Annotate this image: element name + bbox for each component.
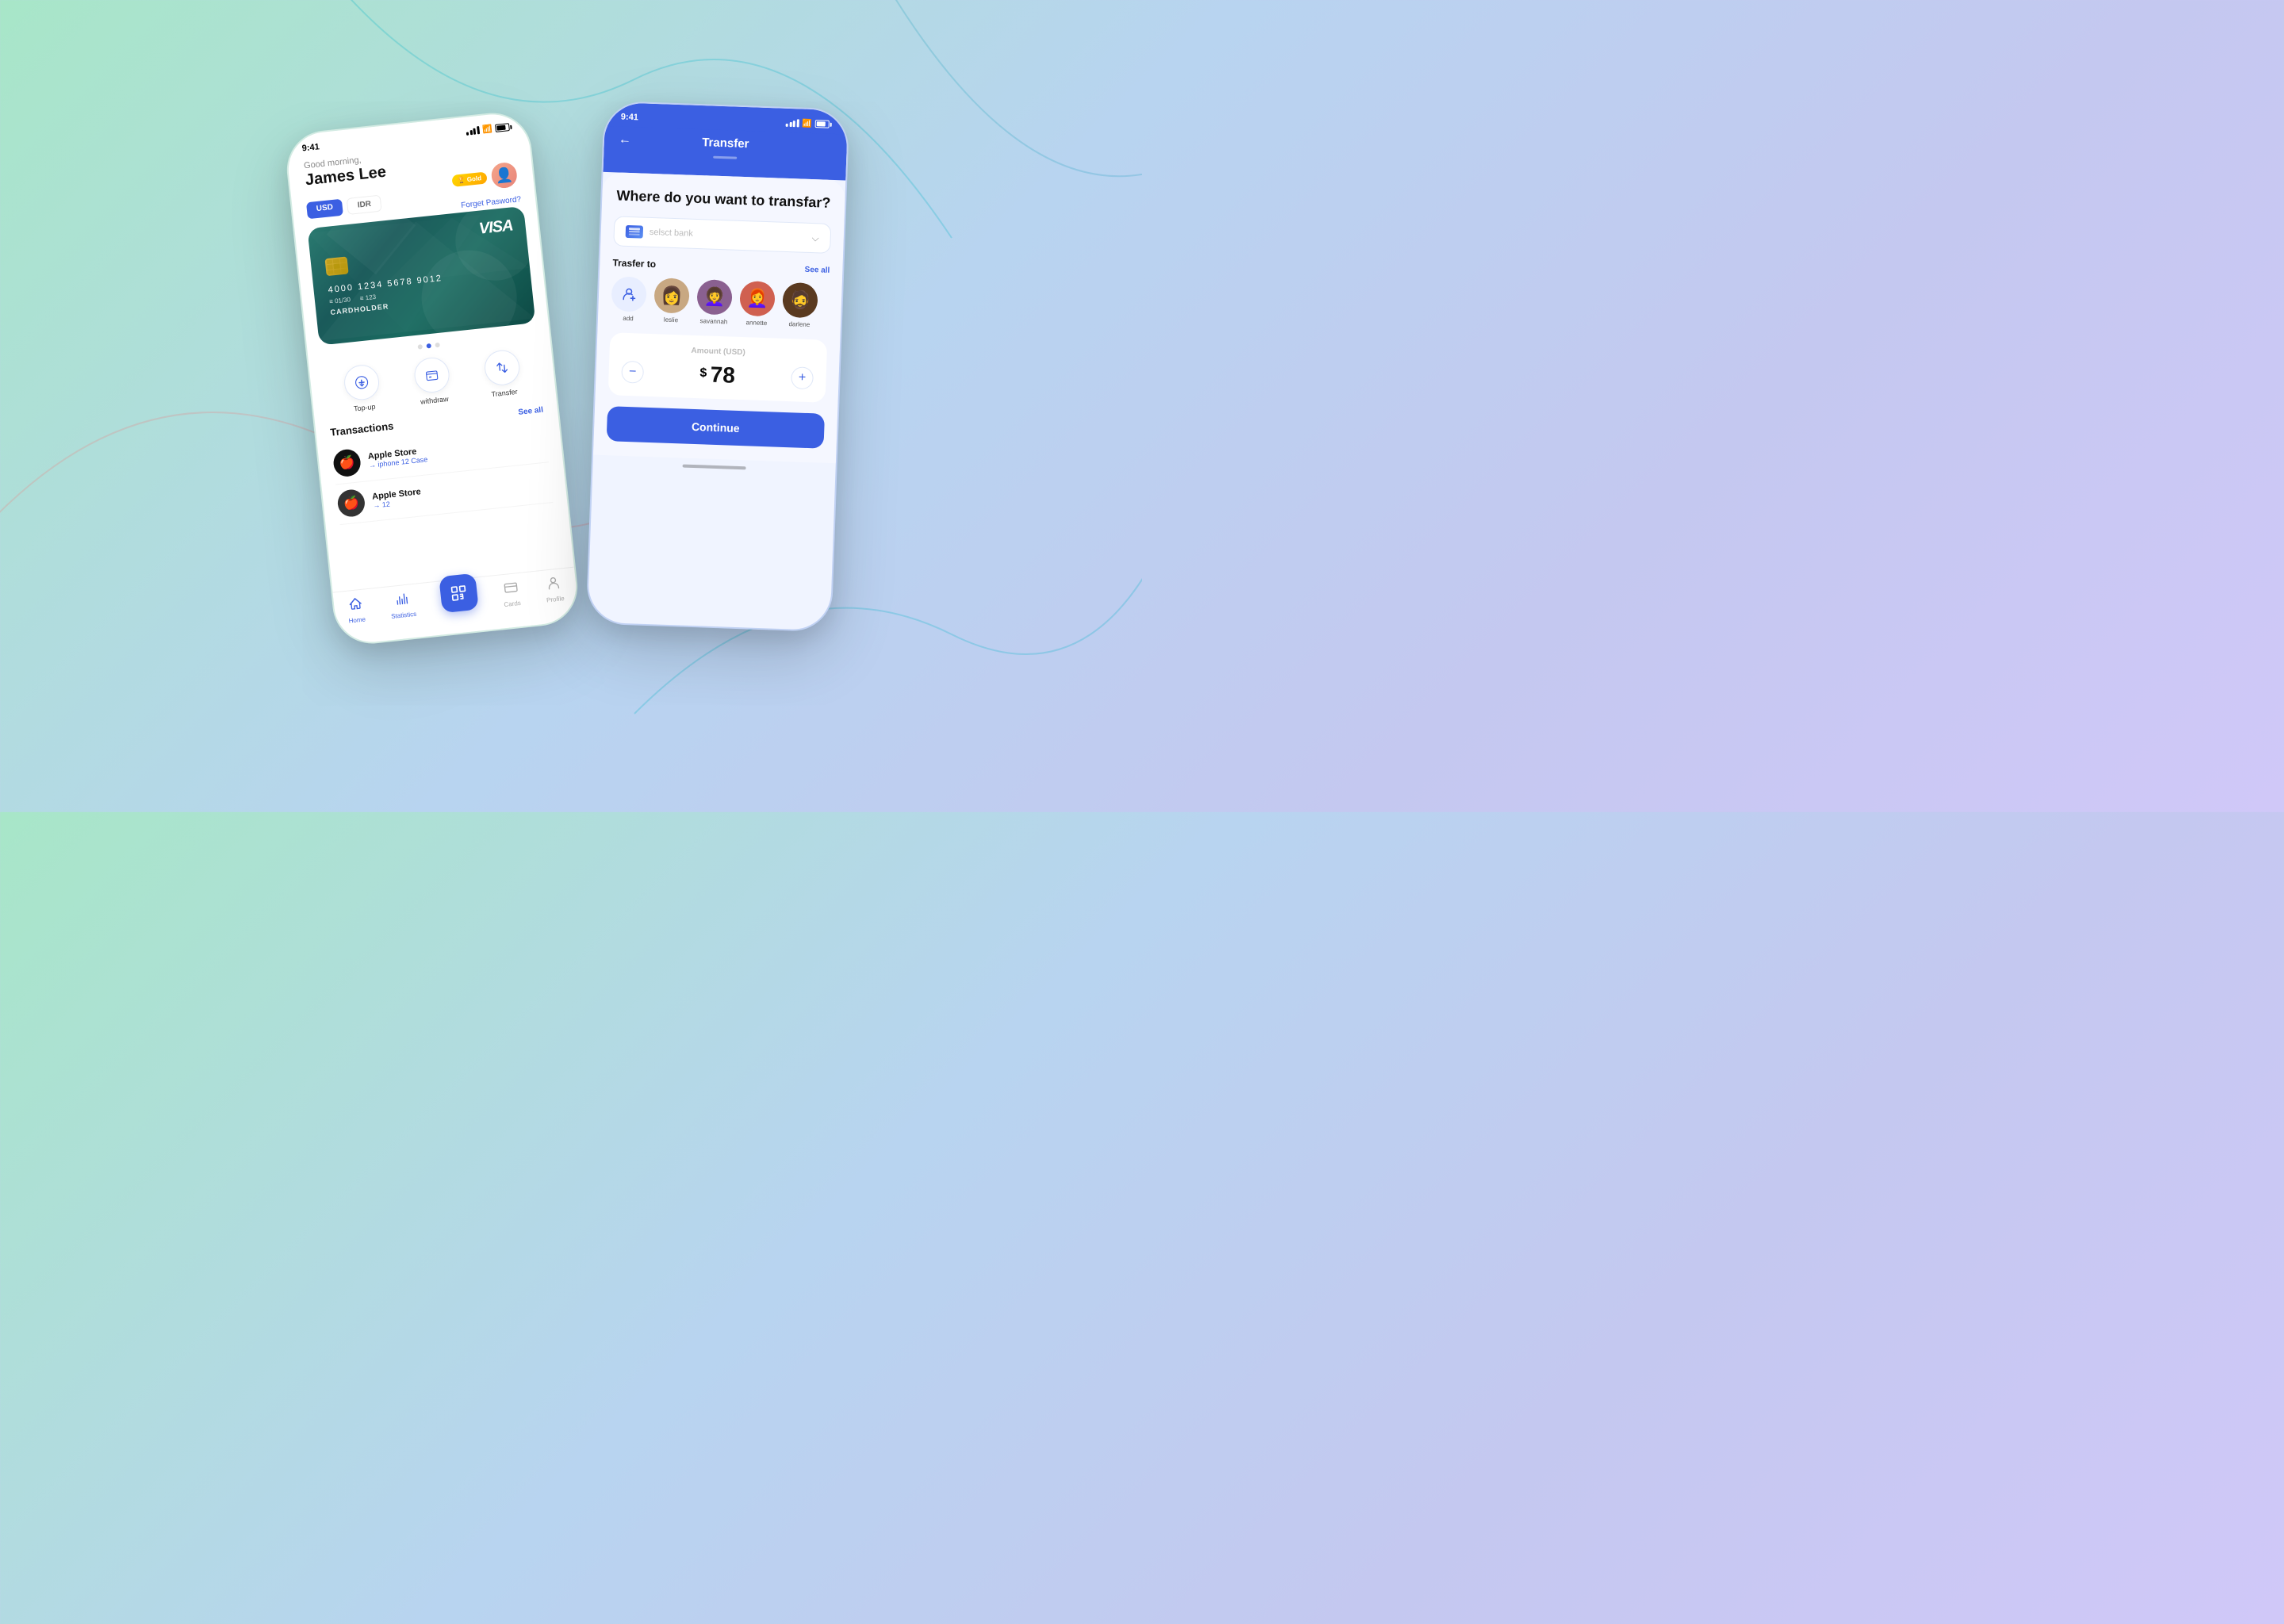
card-chip bbox=[325, 256, 349, 276]
contact-name-darlene: darlene bbox=[788, 320, 810, 328]
nav-statistics[interactable]: Statistics bbox=[389, 591, 416, 620]
time-home: 9:41 bbox=[301, 142, 320, 153]
topup-label: Top-up bbox=[354, 403, 376, 413]
contacts-row: add 👩 leslie 👩‍🦱 savannah 👩‍ bbox=[611, 277, 830, 330]
topup-icon bbox=[343, 363, 381, 401]
statistics-nav-label: Statistics bbox=[391, 611, 417, 620]
phones-container: 9:41 📶 Good morning, James Lee bbox=[293, 81, 849, 731]
amount-value: 78 bbox=[710, 362, 735, 388]
credit-card: VISA 4000 1234 5678 9012 ≡ 01/30 ≡ 123 C… bbox=[307, 206, 535, 346]
phone-transfer: 9:41 📶 ← Transfer bbox=[586, 101, 850, 632]
back-button[interactable]: ← bbox=[619, 132, 632, 147]
scan-icon[interactable] bbox=[439, 573, 479, 614]
bank-icon bbox=[626, 225, 644, 239]
tab-idr[interactable]: IDR bbox=[347, 195, 382, 215]
signal-icon bbox=[466, 126, 479, 136]
profile-nav-icon bbox=[546, 576, 561, 596]
withdraw-icon bbox=[412, 356, 450, 394]
bank-select-dropdown[interactable]: selsct bank ⌵ bbox=[613, 216, 831, 255]
contact-name-savannah: savannah bbox=[699, 318, 727, 326]
contact-darlene[interactable]: 🧔 darlene bbox=[782, 282, 818, 329]
contact-annette[interactable]: 👩‍🦰 annette bbox=[739, 281, 776, 327]
user-avatar[interactable]: 👤 bbox=[489, 159, 520, 191]
contact-add[interactable]: add bbox=[611, 277, 647, 324]
status-icons-transfer: 📶 bbox=[786, 118, 832, 128]
transfer-screen-title: Transfer bbox=[702, 136, 749, 151]
contact-avatar-leslie: 👩 bbox=[653, 278, 690, 315]
transfer-to-header: Trasfer to See all bbox=[612, 258, 830, 277]
bank-select-placeholder: selsct bank bbox=[650, 228, 693, 239]
bank-select-left: selsct bank bbox=[626, 225, 694, 240]
contact-leslie[interactable]: 👩 leslie bbox=[653, 278, 690, 325]
cards-nav-label: Cards bbox=[504, 599, 521, 608]
apple-icon-1: 🍎 bbox=[336, 488, 366, 518]
transactions-title: Transactions bbox=[330, 419, 394, 438]
transfer-header: 9:41 📶 ← Transfer bbox=[603, 102, 848, 181]
amount-section: Amount (USD) − $ 78 + bbox=[608, 333, 828, 404]
continue-button[interactable]: Continue bbox=[607, 407, 825, 450]
status-icons-home: 📶 bbox=[466, 122, 512, 136]
contact-avatar-savannah: 👩‍🦱 bbox=[696, 279, 733, 316]
dot-1 bbox=[417, 344, 423, 350]
home-nav-icon bbox=[347, 596, 363, 616]
amount-control: − $ 78 + bbox=[621, 359, 814, 391]
battery-icon bbox=[495, 123, 512, 132]
nav-center-scan[interactable] bbox=[439, 584, 478, 614]
plus-button[interactable]: + bbox=[791, 367, 814, 390]
contact-savannah[interactable]: 👩‍🦱 savannah bbox=[696, 279, 733, 326]
minus-button[interactable]: − bbox=[621, 361, 644, 384]
topup-button[interactable]: Top-up bbox=[343, 363, 382, 413]
contact-avatar-darlene: 🧔 bbox=[782, 282, 818, 319]
contact-name-leslie: leslie bbox=[664, 316, 679, 324]
gold-badge: 🏆 Gold bbox=[451, 171, 488, 187]
nav-cards[interactable]: Cards bbox=[501, 580, 521, 608]
withdraw-button[interactable]: withdraw bbox=[412, 356, 452, 406]
time-transfer: 9:41 bbox=[621, 113, 638, 123]
card-brand: VISA bbox=[478, 216, 514, 238]
transaction-info-1: Apple Store → 12 bbox=[372, 487, 423, 509]
wifi-icon: 📶 bbox=[482, 124, 493, 134]
amount-label: Amount (USD) bbox=[623, 344, 814, 359]
amount-currency: $ bbox=[699, 366, 707, 380]
bottom-nav-home: Home Statistics bbox=[332, 567, 579, 646]
phone-home: 9:41 📶 Good morning, James Lee bbox=[283, 109, 581, 648]
statistics-nav-icon bbox=[394, 592, 410, 611]
contact-avatar-annette: 👩‍🦰 bbox=[739, 281, 776, 317]
profile-nav-label: Profile bbox=[546, 595, 565, 603]
transfer-body: Where do you want to transfar? selsct ba… bbox=[593, 172, 845, 464]
signal-icon-transfer bbox=[786, 119, 799, 128]
contact-name-annette: annette bbox=[745, 320, 767, 327]
tab-usd[interactable]: USD bbox=[306, 199, 343, 220]
transfer-to-label: Trasfer to bbox=[612, 258, 656, 270]
transaction-info-0: Apple Store → iphone 12 Case bbox=[367, 446, 427, 469]
dot-2[interactable] bbox=[426, 343, 431, 349]
apple-icon-0: 🍎 bbox=[332, 448, 362, 477]
transfer-label: Transfer bbox=[491, 388, 518, 398]
home-bar bbox=[683, 465, 746, 470]
transfer-icon bbox=[483, 349, 521, 387]
transactions-see-all[interactable]: See all bbox=[518, 406, 544, 417]
transfer-button[interactable]: Transfer bbox=[483, 349, 523, 399]
home-nav-label: Home bbox=[348, 615, 366, 624]
nav-profile[interactable]: Profile bbox=[544, 575, 565, 603]
nav-home[interactable]: Home bbox=[347, 596, 366, 625]
amount-display: $ 78 bbox=[699, 362, 736, 389]
cards-nav-icon bbox=[503, 580, 519, 599]
withdraw-label: withdraw bbox=[420, 395, 449, 406]
transfer-question: Where do you want to transfar? bbox=[615, 186, 833, 213]
battery-icon-transfer bbox=[815, 120, 832, 128]
chevron-down-icon: ⌵ bbox=[811, 232, 819, 244]
add-contact-icon bbox=[611, 277, 647, 313]
wifi-icon-transfer: 📶 bbox=[802, 119, 812, 128]
dot-3 bbox=[435, 343, 440, 348]
transfer-see-all[interactable]: See all bbox=[804, 266, 830, 275]
contact-name-add: add bbox=[623, 315, 634, 322]
